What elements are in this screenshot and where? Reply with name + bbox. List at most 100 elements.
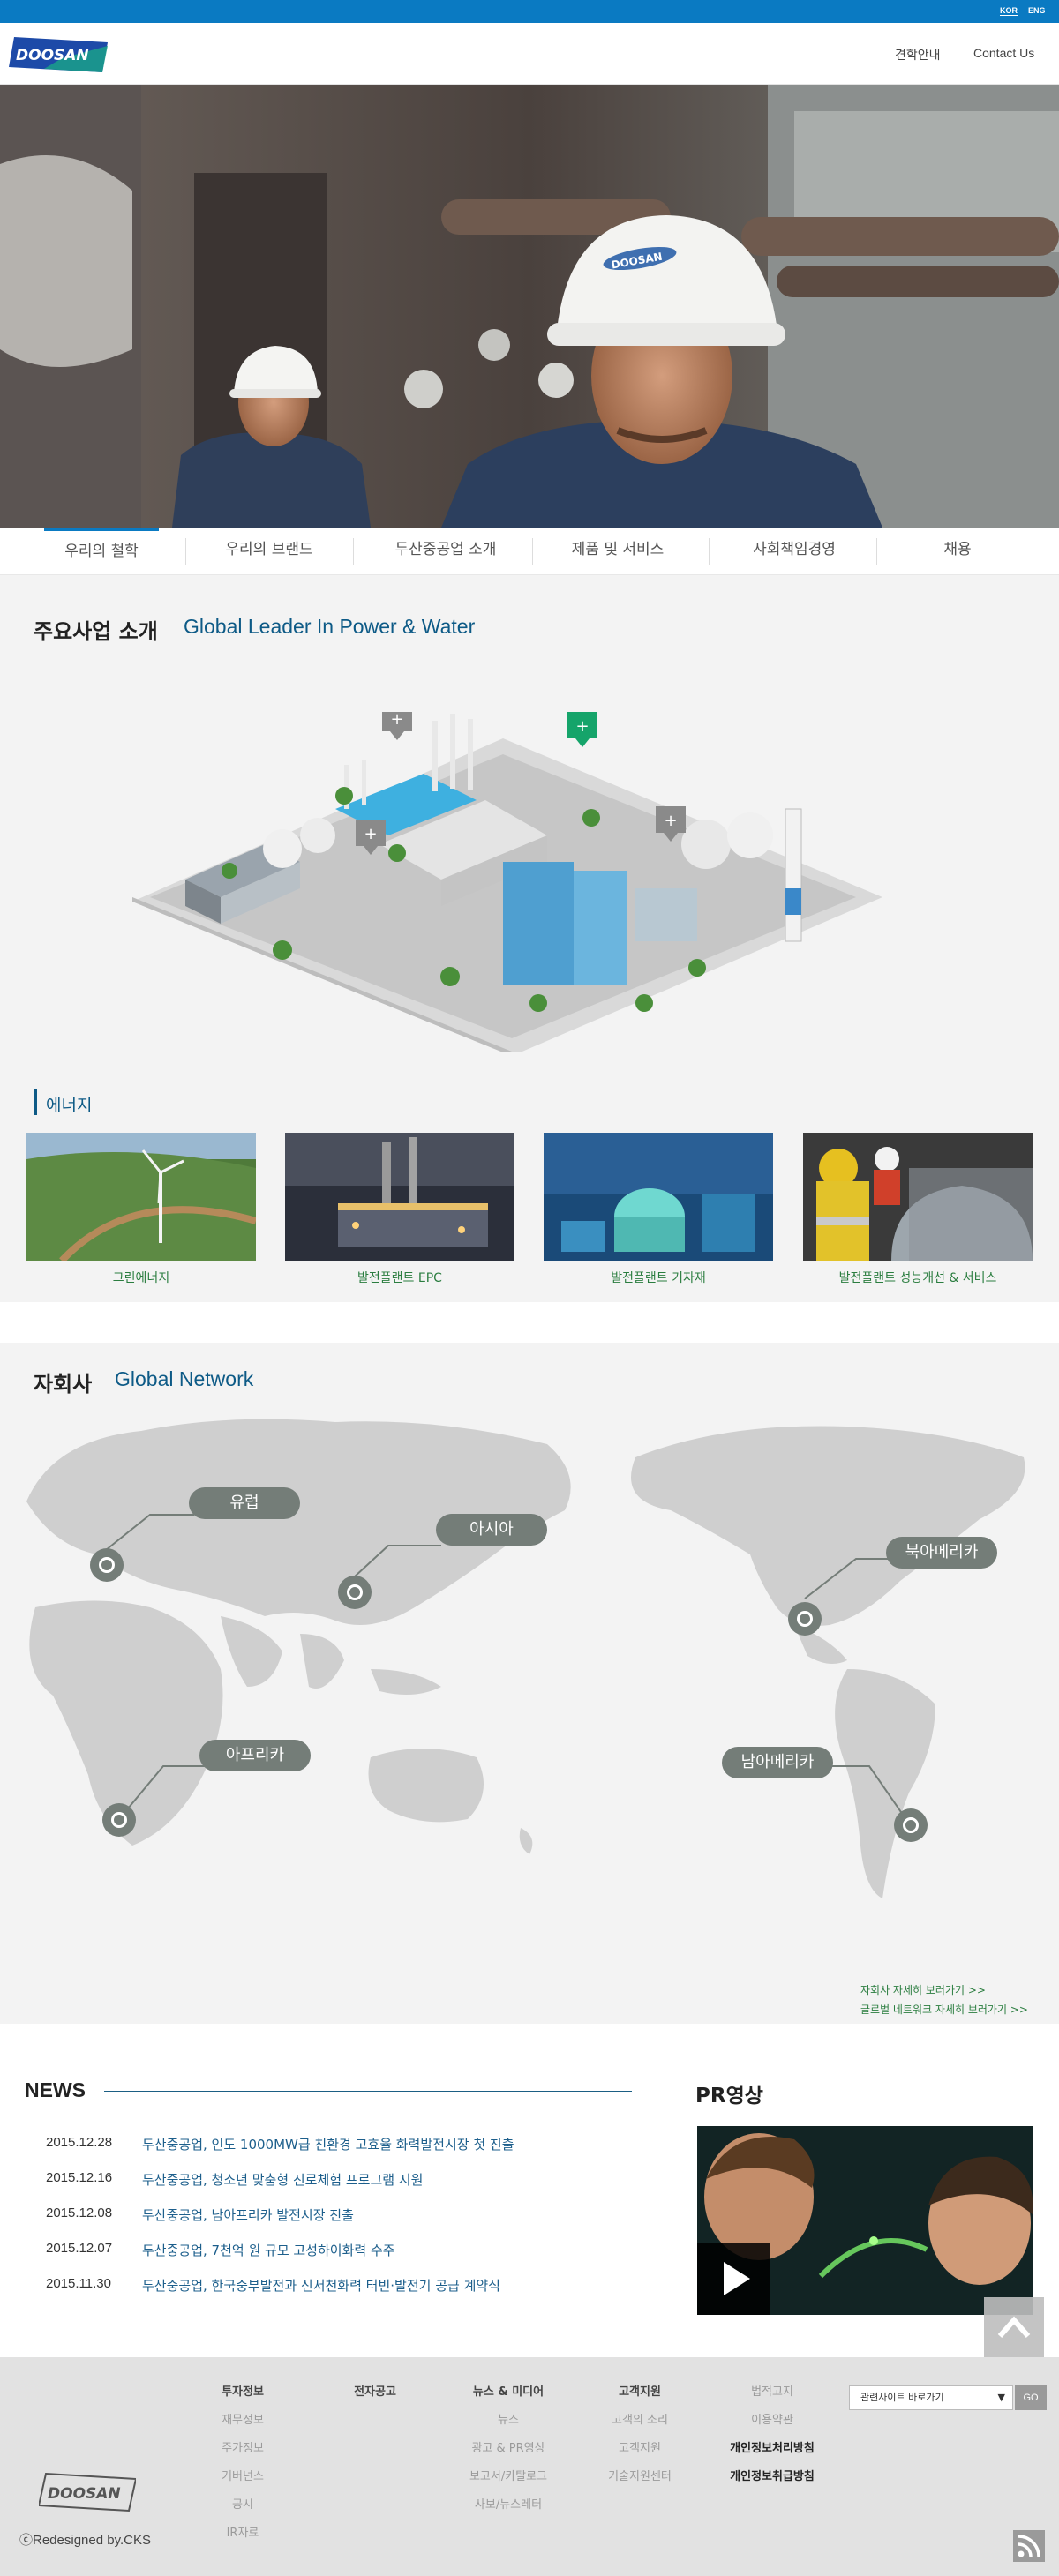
footer-doosan-logo[interactable]: DOOSAN bbox=[37, 2463, 138, 2516]
redesign-credit: ⓒRedesigned by.CKS bbox=[19, 2533, 151, 2548]
news-headline[interactable]: 두산중공업, 남아프리카 발전시장 진출 bbox=[142, 2205, 354, 2224]
footer-col-legal: 법적고지 이용약관 개인정보처리방침 개인정보취급방침 bbox=[724, 2385, 821, 2498]
marker-africa[interactable] bbox=[102, 1803, 136, 1837]
footer-link[interactable]: 거버넌스 bbox=[194, 2470, 291, 2498]
region-label-asia[interactable]: 아시아 bbox=[436, 1514, 547, 1546]
triangle-down-icon: ▼ bbox=[997, 2392, 1005, 2403]
news-date: 2015.12.28 bbox=[46, 2135, 113, 2150]
thumb-plant-epc[interactable] bbox=[285, 1133, 514, 1261]
footer-link-legal-notice[interactable]: 법적고지 bbox=[724, 2385, 821, 2414]
footer-link[interactable]: 보고서/카탈로그 bbox=[460, 2470, 557, 2498]
footer-link-terms[interactable]: 이용약관 bbox=[724, 2414, 821, 2442]
footer-logo-text: DOOSAN bbox=[48, 2485, 121, 2503]
nav-philosophy[interactable]: 우리의 철학 bbox=[44, 528, 159, 575]
plant-pin-1[interactable]: + bbox=[382, 705, 412, 740]
marker-asia[interactable] bbox=[338, 1576, 372, 1609]
thumb-label-green-energy[interactable]: 그린에너지 bbox=[26, 1269, 256, 1286]
network-subtitle: Global Network bbox=[115, 1367, 254, 1390]
footer-heading-support[interactable]: 고객지원 bbox=[591, 2385, 688, 2414]
play-button[interactable] bbox=[697, 2243, 770, 2315]
pr-video-title: PR영상 bbox=[695, 2085, 763, 2108]
news-divider bbox=[104, 2091, 632, 2092]
global-network-more-link[interactable]: 글로벌 네트워크 자세히 보러가기 >> bbox=[860, 2002, 1028, 2017]
footer-col-news: 뉴스 & 미디어 뉴스 광고 & PR영상 보고서/카탈로그 사보/뉴스레터 bbox=[460, 2385, 557, 2527]
energy-title: 에너지 bbox=[46, 1096, 93, 1115]
lang-eng-link[interactable]: ENG bbox=[1028, 6, 1046, 15]
news-date: 2015.12.08 bbox=[46, 2205, 113, 2220]
svg-text:+: + bbox=[364, 825, 377, 843]
thumb-plant-equipment[interactable] bbox=[544, 1133, 773, 1261]
header: DOOSAN 견학안내 Contact Us bbox=[0, 23, 1059, 85]
footer-link-privacy-handling[interactable]: 개인정보취급방침 bbox=[724, 2470, 821, 2498]
scroll-top-button[interactable] bbox=[984, 2297, 1044, 2357]
region-label-europe[interactable]: 유럽 bbox=[189, 1487, 300, 1519]
thumb-green-energy[interactable] bbox=[26, 1133, 256, 1261]
news-headline[interactable]: 두산중공업, 한국중부발전과 신서천화력 터빈·발전기 공급 계약식 bbox=[142, 2276, 500, 2295]
doosan-logo[interactable]: DOOSAN bbox=[9, 34, 108, 74]
world-map bbox=[0, 1404, 1059, 1925]
footer-link[interactable]: 기술지원센터 bbox=[591, 2470, 688, 2498]
nav-products-services[interactable]: 제품 및 서비스 bbox=[538, 528, 697, 575]
subsidiaries-more-link[interactable]: 자회사 자세히 보러가기 >> bbox=[860, 1982, 986, 1997]
footer-link[interactable]: 고객의 소리 bbox=[591, 2414, 688, 2442]
thumb-label-plant-epc[interactable]: 발전플랜트 EPC bbox=[285, 1269, 514, 1286]
footer-heading-notice[interactable]: 전자공고 bbox=[327, 2385, 424, 2414]
news-headline[interactable]: 두산중공업, 7천억 원 규모 고성하이화력 수주 bbox=[142, 2241, 395, 2259]
footer-link[interactable]: 주가정보 bbox=[194, 2442, 291, 2470]
footer-link[interactable]: 고객지원 bbox=[591, 2442, 688, 2470]
contact-us-link[interactable]: Contact Us bbox=[973, 46, 1034, 60]
power-plant-illustration: + + + + bbox=[132, 705, 1006, 1056]
news-headline[interactable]: 두산중공업, 청소년 맞춤형 진로체험 프로그램 지원 bbox=[142, 2170, 423, 2189]
nav-csr[interactable]: 사회책임경영 bbox=[710, 528, 878, 575]
go-button[interactable]: GO bbox=[1015, 2385, 1047, 2410]
business-title: 주요사업 소개 bbox=[34, 619, 158, 644]
svg-text:+: + bbox=[575, 717, 589, 736]
footer-link[interactable]: 재무정보 bbox=[194, 2414, 291, 2442]
nav-company-intro[interactable]: 두산중공업 소개 bbox=[357, 528, 534, 575]
footer-col-notice: 전자공고 bbox=[327, 2385, 424, 2414]
footer-link[interactable]: 광고 & PR영상 bbox=[460, 2442, 557, 2470]
rss-button[interactable] bbox=[1013, 2530, 1045, 2562]
nav-divider bbox=[353, 538, 354, 565]
news-date: 2015.12.16 bbox=[46, 2170, 113, 2185]
marker-europe[interactable] bbox=[90, 1548, 124, 1582]
lang-kor-link[interactable]: KOR bbox=[1000, 6, 1018, 16]
region-label-south-america[interactable]: 남아메리카 bbox=[722, 1747, 833, 1778]
network-section: 자회사 Global Network bbox=[0, 1343, 1059, 2024]
nav-recruit[interactable]: 채용 bbox=[882, 528, 1033, 575]
footer-link[interactable]: 뉴스 bbox=[460, 2414, 557, 2442]
svg-text:+: + bbox=[664, 812, 677, 830]
network-title: 자회사 bbox=[34, 1372, 93, 1397]
thumb-plant-service[interactable] bbox=[803, 1133, 1033, 1261]
thumb-label-plant-service[interactable]: 발전플랜트 성능개선 & 서비스 bbox=[803, 1269, 1033, 1286]
nav-divider bbox=[532, 538, 533, 565]
footer-link-privacy-policy[interactable]: 개인정보처리방침 bbox=[724, 2442, 821, 2470]
nav-divider bbox=[876, 538, 877, 565]
related-sites-select-label: 관련사이트 바로가기 bbox=[860, 2392, 944, 2403]
energy-title-accent bbox=[34, 1089, 37, 1115]
tour-link[interactable]: 견학안내 bbox=[895, 46, 941, 64]
nav-brand[interactable]: 우리의 브랜드 bbox=[194, 528, 344, 575]
marker-south-america[interactable] bbox=[894, 1808, 928, 1842]
rss-icon bbox=[1018, 2535, 1040, 2557]
region-label-africa[interactable]: 아프리카 bbox=[199, 1740, 311, 1771]
footer-col-support: 고객지원 고객의 소리 고객지원 기술지원센터 bbox=[591, 2385, 688, 2498]
thumb-label-plant-equipment[interactable]: 발전플랜트 기자재 bbox=[544, 1269, 773, 1286]
footer-col-ir: 투자정보 재무정보 주가정보 거버넌스 공시 IR자료 bbox=[194, 2385, 291, 2555]
hero-image: DOOSAN bbox=[0, 85, 1059, 528]
marker-north-america[interactable] bbox=[788, 1602, 822, 1636]
region-label-north-america[interactable]: 북아메리카 bbox=[886, 1537, 997, 1569]
footer-link[interactable]: 사보/뉴스레터 bbox=[460, 2498, 557, 2527]
pr-video-thumbnail[interactable] bbox=[697, 2126, 1033, 2315]
footer: 투자정보 재무정보 주가정보 거버넌스 공시 IR자료 전자공고 뉴스 & 미디… bbox=[0, 2357, 1059, 2576]
footer-link[interactable]: 공시 bbox=[194, 2498, 291, 2527]
plant-pin-2[interactable]: + bbox=[567, 712, 597, 747]
footer-heading-news[interactable]: 뉴스 & 미디어 bbox=[460, 2385, 557, 2414]
footer-heading-ir[interactable]: 투자정보 bbox=[194, 2385, 291, 2414]
related-sites-select[interactable]: 관련사이트 바로가기 ▼ bbox=[849, 2385, 1013, 2410]
logo-text: DOOSAN bbox=[16, 47, 89, 64]
news-headline[interactable]: 두산중공업, 인도 1000MW급 친환경 고효율 화력발전시장 첫 진출 bbox=[142, 2135, 514, 2153]
business-subtitle: Global Leader In Power & Water bbox=[184, 615, 476, 638]
main-nav: 우리의 철학 우리의 브랜드 두산중공업 소개 제품 및 서비스 사회책임경영 … bbox=[0, 528, 1059, 575]
footer-link[interactable]: IR자료 bbox=[194, 2527, 291, 2555]
